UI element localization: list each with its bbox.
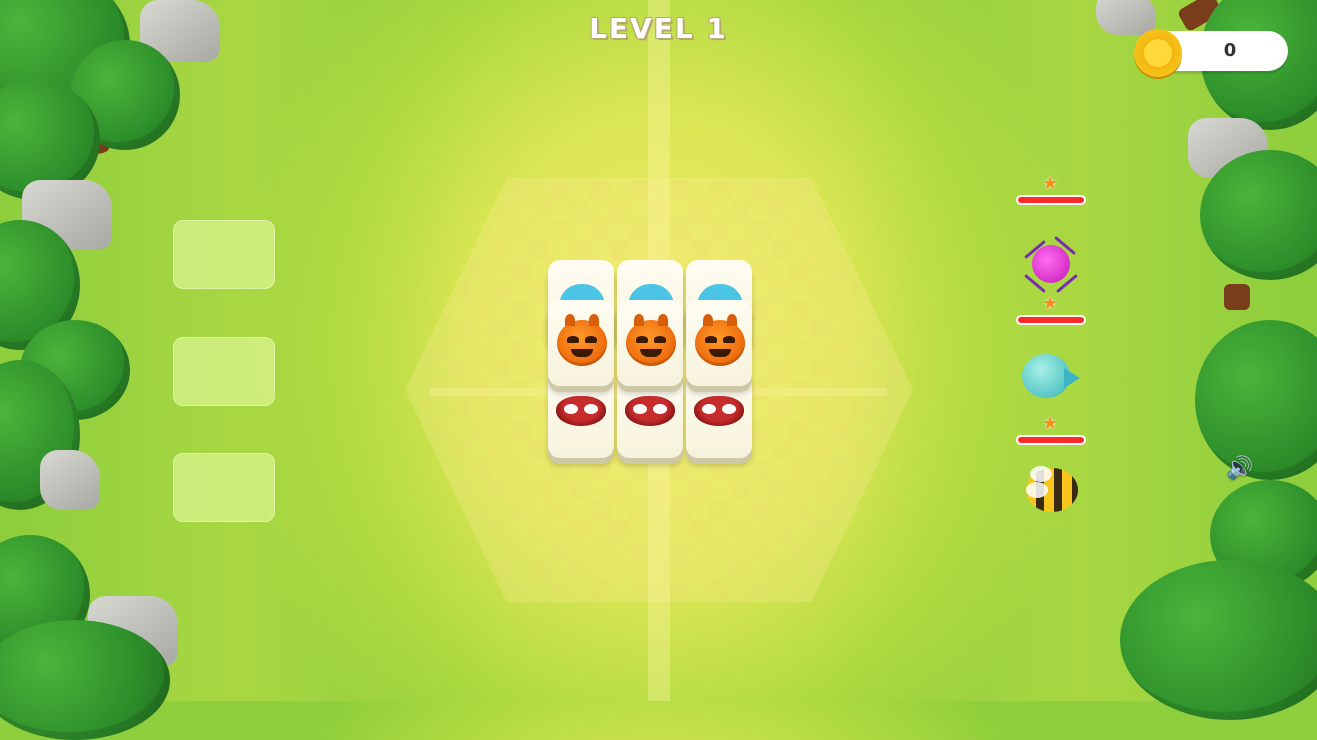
level-title: LEVEL 1 xyxy=(589,12,728,45)
pumpkin-icon xyxy=(695,314,745,366)
red-bug-icon xyxy=(556,396,606,426)
star-icon: ★ xyxy=(1042,173,1059,194)
pumpkin-icon xyxy=(557,314,607,366)
red-bug-icon xyxy=(625,396,675,426)
pink-spider-icon xyxy=(1032,245,1070,283)
star-icon: ★ xyxy=(1042,413,1059,434)
tree-trunk xyxy=(1224,284,1250,310)
enemy-health-bar xyxy=(1016,195,1086,205)
tile-slot[interactable] xyxy=(173,453,275,522)
tile-pumpkin[interactable] xyxy=(617,300,683,386)
teal-fish-icon xyxy=(1022,354,1070,398)
enemy-health-bar xyxy=(1016,315,1086,325)
tile-pumpkin[interactable] xyxy=(686,300,752,386)
bee-wing xyxy=(1026,482,1048,498)
speaker-icon[interactable]: 🔊 xyxy=(1226,456,1253,481)
coin-icon xyxy=(1134,29,1182,77)
fish-fin xyxy=(1064,368,1080,388)
bee-wing xyxy=(1030,466,1052,482)
red-bug-icon xyxy=(694,396,744,426)
rock xyxy=(40,450,100,510)
tile-slot[interactable] xyxy=(173,337,275,406)
star-icon: ★ xyxy=(1042,293,1059,314)
enemy-health-bar xyxy=(1016,435,1086,445)
tile-slot[interactable] xyxy=(173,220,275,289)
tile-pumpkin[interactable] xyxy=(548,300,614,386)
pumpkin-icon xyxy=(626,314,676,366)
coin-count: 0 xyxy=(1223,40,1237,61)
